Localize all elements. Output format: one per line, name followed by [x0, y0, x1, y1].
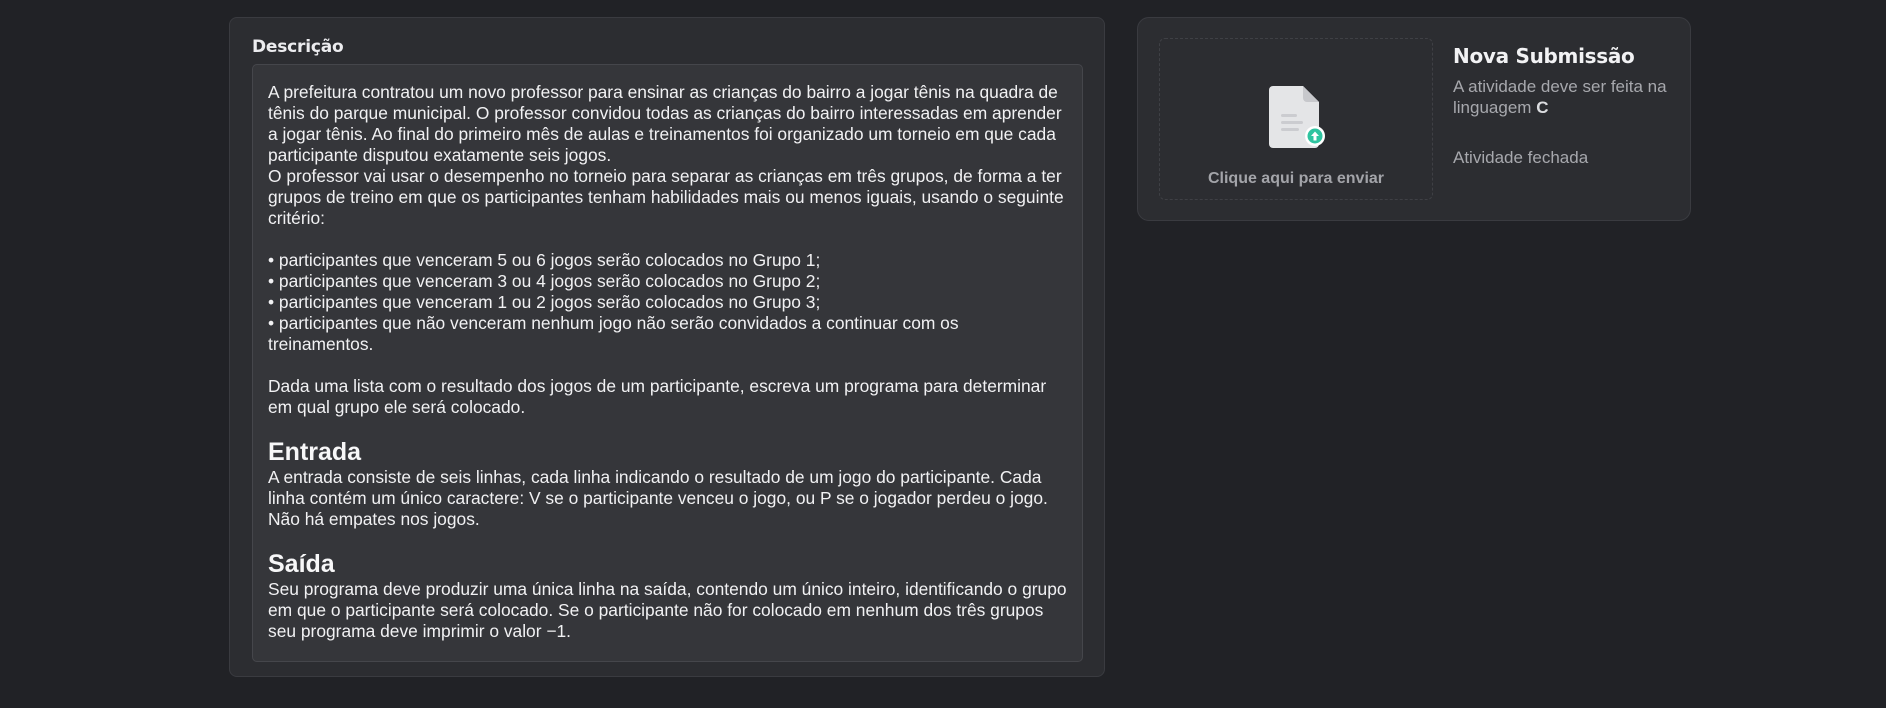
upload-dropzone[interactable]: Clique aqui para enviar — [1159, 38, 1433, 200]
output-heading: Saída — [268, 550, 335, 578]
output-paragraph: Seu programa deve produzir uma única lin… — [268, 579, 1067, 641]
description-body: A prefeitura contratou um novo professor… — [252, 64, 1083, 662]
criteria-item-4: • participantes que não venceram nenhum … — [268, 313, 959, 354]
activity-status: Atividade fechada — [1453, 148, 1589, 167]
submission-panel: Clique aqui para enviar Nova Submissão A… — [1137, 17, 1691, 221]
intro-paragraph: A prefeitura contratou um novo professor… — [268, 82, 1062, 165]
criteria-item-3: • participantes que venceram 1 ou 2 jogo… — [268, 292, 821, 312]
description-panel: Descrição A prefeitura contratou um novo… — [229, 17, 1105, 677]
criteria-item-1: • participantes que venceram 5 ou 6 jogo… — [268, 250, 821, 270]
file-upload-icon — [1269, 86, 1325, 148]
input-heading: Entrada — [268, 438, 362, 466]
input-paragraph: A entrada consiste de seis linhas, cada … — [268, 467, 1048, 529]
criteria-item-2: • participantes que venceram 3 ou 4 jogo… — [268, 271, 821, 291]
language-requirement: A atividade deve ser feita na linguagem … — [1453, 76, 1673, 118]
task-paragraph: Dada uma lista com o resultado dos jogos… — [268, 376, 1047, 417]
description-title: Descrição — [252, 37, 344, 57]
language-value: C — [1536, 98, 1549, 117]
criteria-intro-paragraph: O professor vai usar o desempenho no tor… — [268, 166, 1064, 228]
language-requirement-text: A atividade deve ser feita na linguagem — [1453, 77, 1667, 117]
submission-title: Nova Submissão — [1453, 44, 1635, 68]
upload-label[interactable]: Clique aqui para enviar — [1160, 170, 1432, 188]
